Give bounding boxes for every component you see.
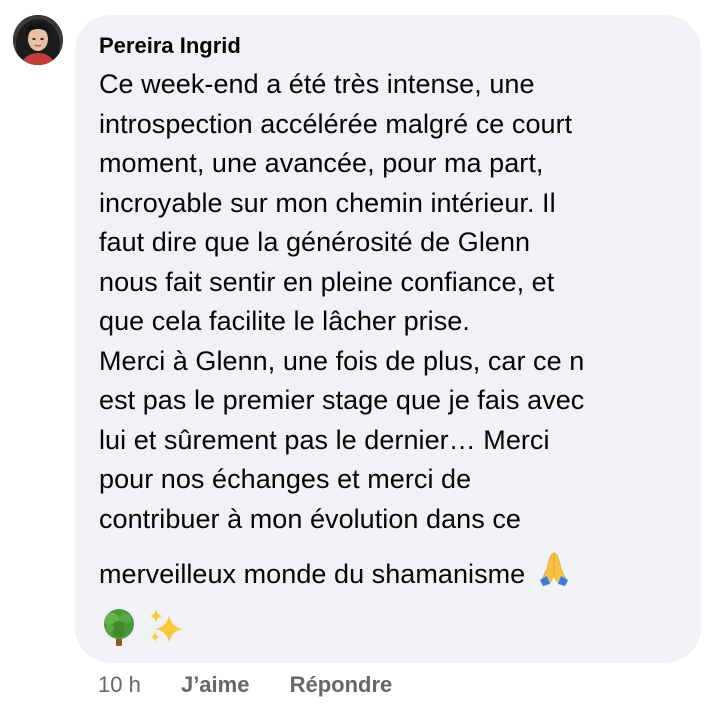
comment-line: introspection accélérée malgré ce court: [99, 108, 573, 139]
avatar[interactable]: [13, 15, 63, 65]
comment-line: faut dire que la générosité de Glenn: [99, 227, 531, 257]
comment-line: pour nos échanges et merci de: [99, 464, 472, 494]
comment-line: incroyable sur mon chemin intérieur. Il: [99, 187, 556, 218]
comment-text: Ce week-end a été très intense, une intr…: [99, 65, 679, 651]
comment-line: Merci à Glenn, une fois de plus, car ce …: [99, 345, 585, 376]
comment-actions: 10 h J’aime Répondre: [98, 671, 426, 699]
comment-line: Ce week-end a été très intense, une: [99, 69, 535, 99]
comment-line: contribuer à mon évolution dans ce: [99, 503, 521, 534]
comment-line: est pas le premier stage que je fais ave…: [99, 385, 585, 415]
emoji-row: [99, 607, 679, 651]
comment-line: lui et sûrement pas le dernier… Merci: [99, 424, 550, 455]
comment-timestamp[interactable]: 10 h: [98, 671, 141, 699]
comment-line-with-emoji: merveilleux monde du shamanisme: [99, 549, 679, 599]
comment-line: moment, une avancée, pour ma part,: [99, 148, 544, 178]
sparkles-icon: [149, 608, 183, 643]
like-button[interactable]: J’aime: [181, 671, 250, 699]
comment-author[interactable]: Pereira Ingrid: [99, 33, 679, 59]
comment-line: que cela facilite le lâcher prise.: [99, 306, 470, 336]
comment-line: merveilleux monde du shamanisme: [99, 559, 526, 589]
folded-hands-icon: [535, 549, 573, 599]
tree-icon: [104, 608, 134, 646]
avatar-image: [13, 15, 63, 65]
comment-bubble: Pereira Ingrid Ce week-end a été très in…: [75, 15, 701, 663]
comment-line: nous fait sentir en pleine confiance, et: [99, 266, 555, 297]
reply-button[interactable]: Répondre: [290, 671, 393, 699]
